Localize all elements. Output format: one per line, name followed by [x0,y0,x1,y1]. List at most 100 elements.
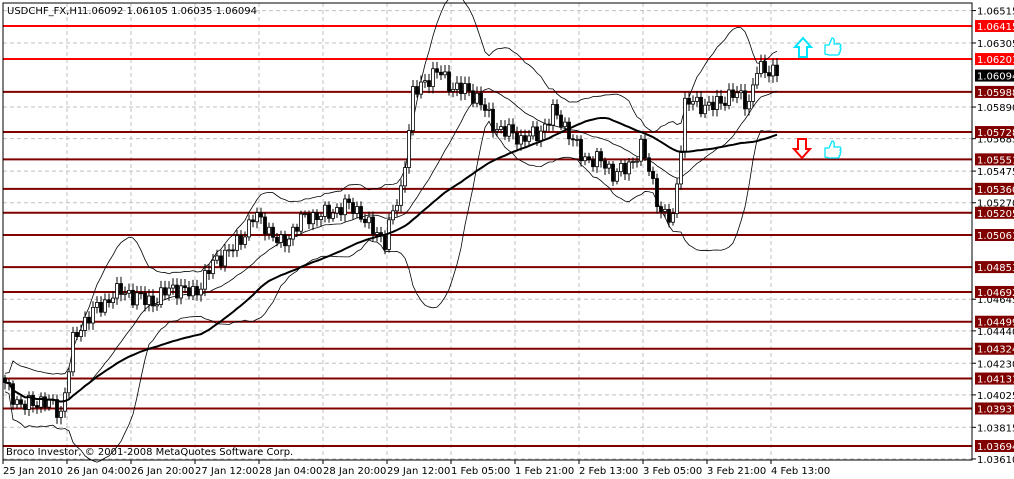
candle-body [551,104,555,126]
level-label: 1.03937 [977,404,1014,415]
candle-body [703,104,707,115]
candle [351,197,355,220]
candle [731,83,735,102]
candle [583,152,587,166]
candle-body [143,292,147,305]
candle [683,92,687,158]
candle [751,77,755,107]
grid [3,3,972,460]
candle-body [771,64,775,77]
candle [543,118,547,139]
candle-body [627,161,631,175]
level-label: 1.04499 [977,318,1014,329]
candle-body [167,287,171,296]
candle-body [275,236,279,243]
candle [355,201,359,219]
candle-body [695,96,699,102]
bollinger-upper [4,0,778,375]
candle [551,99,555,131]
candle [627,158,631,181]
candle-body [495,129,499,132]
candle-body [471,90,475,104]
candle-body [739,90,743,94]
candle [623,159,627,180]
candle-body [751,84,755,102]
candle [503,120,507,141]
candle-body [71,332,75,373]
candle-body [359,206,363,220]
candle-body [279,234,283,243]
candle [435,61,439,79]
candle [511,118,515,140]
candle [247,214,251,241]
candle-body [655,178,659,207]
candle [571,134,575,147]
candle-body [475,92,479,104]
candle-body [543,123,547,132]
candle [455,76,459,97]
candle [227,243,231,257]
candle-body [363,218,367,224]
candle [163,280,167,300]
candle [695,91,699,107]
x-tick-label: 27 Jan 12:00 [195,466,258,477]
candle [727,83,731,110]
candle-body [539,130,543,142]
candle-body [127,289,131,294]
candle-body [451,89,455,92]
price-chart[interactable]: 1.065151.063051.058901.056851.054751.052… [0,0,1014,479]
candle-body [159,287,163,305]
candle-body [699,96,703,115]
candle-body [155,304,159,307]
candle-body [175,284,179,299]
candle [179,278,183,305]
candle [759,54,763,78]
copyright-text: Broco Investor, © 2001-2008 MetaQuotes S… [6,447,293,458]
candle-body [331,212,335,219]
y-tick-label: 1.04025 [977,391,1014,402]
candle [539,125,543,148]
candle [475,86,479,108]
candle [743,83,747,116]
candle-body [691,101,695,105]
candle-body [419,81,423,95]
candle-body [79,330,83,337]
candle [599,148,603,168]
candle-body [667,208,671,223]
y-tick-label: 1.03815 [977,423,1014,434]
level-label: 1.05728 [977,128,1014,139]
candle [327,201,331,223]
candle [335,203,339,219]
candle [375,226,379,242]
price-axis[interactable]: 1.065151.063051.058901.056851.054751.052… [972,7,1014,466]
candle [111,291,115,309]
candle-body [371,216,375,235]
candle-body [367,216,371,224]
candle-body [643,138,647,159]
candle [119,276,123,302]
candle-body [647,157,651,172]
candle [67,366,71,399]
candle-body [503,126,507,137]
candle-body [763,61,767,74]
candle [407,124,411,174]
time-axis[interactable]: 25 Jan 2010 26 Jan 04:00 26 Jan 20:00 27 Ja… [2,460,830,477]
candle-body [83,316,87,331]
candle-body [299,213,303,232]
candle-body [111,297,115,303]
candle [595,148,599,173]
candle-body [215,255,219,261]
candle-body [183,285,187,289]
candle [55,394,59,424]
candle-body [311,212,315,225]
thumbs-up-icon [824,140,842,159]
candle-body [403,167,407,187]
candle-body [575,139,579,141]
candle [439,65,443,80]
candle-body [67,371,71,394]
candle [691,95,695,111]
candle-body [415,86,419,95]
thumbs-up-icon [824,37,842,56]
candle [467,76,471,97]
y-tick-label: 1.05475 [977,167,1014,178]
